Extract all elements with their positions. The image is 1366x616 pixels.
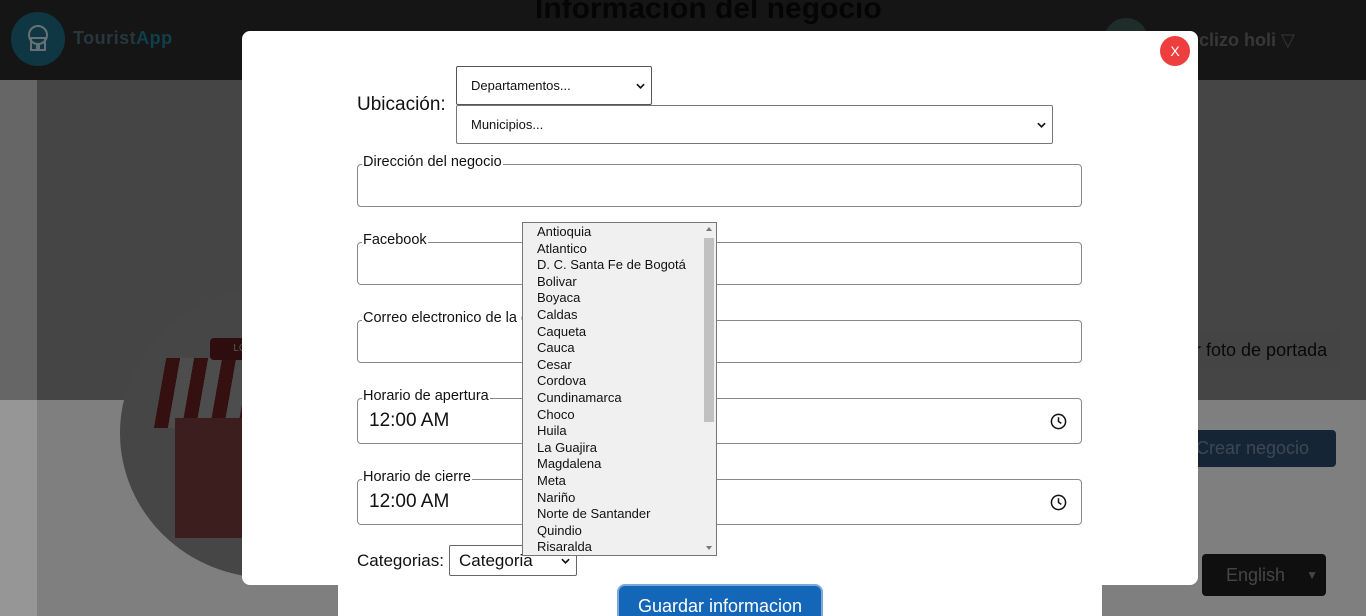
chevron-down-icon bbox=[561, 558, 570, 564]
dropdown-option[interactable]: Norte de Santander bbox=[537, 506, 650, 521]
clock-icon[interactable] bbox=[1050, 413, 1067, 430]
scroll-up-arrow-icon[interactable] bbox=[706, 227, 712, 231]
facebook-label: Facebook bbox=[362, 232, 428, 248]
municipalities-select-value: Municipios... bbox=[471, 117, 544, 132]
departments-select[interactable]: Departamentos... bbox=[456, 66, 652, 105]
scroll-down-arrow-icon[interactable] bbox=[706, 546, 712, 550]
dropdown-option[interactable]: Magdalena bbox=[537, 456, 601, 471]
chevron-down-icon bbox=[636, 83, 645, 89]
dropdown-option[interactable]: Cauca bbox=[537, 340, 575, 355]
dropdown-option[interactable]: La Guajira bbox=[537, 440, 597, 455]
dropdown-option[interactable]: Risaralda bbox=[537, 539, 592, 554]
address-field[interactable]: Dirección del negocio bbox=[357, 154, 1082, 207]
location-label: Ubicación: bbox=[357, 94, 446, 115]
scrollbar-thumb[interactable] bbox=[704, 238, 714, 422]
closing-time-label: Horario de cierre bbox=[362, 469, 472, 485]
save-button[interactable]: Guardar informacion bbox=[619, 586, 821, 616]
dropdown-option[interactable]: Atlantico bbox=[537, 241, 587, 256]
dropdown-option[interactable]: D. C. Santa Fe de Bogotá bbox=[537, 257, 686, 272]
clock-icon[interactable] bbox=[1050, 494, 1067, 511]
dropdown-option[interactable]: Cordova bbox=[537, 373, 586, 388]
scrollbar[interactable] bbox=[702, 223, 716, 555]
dropdown-option[interactable]: Huila bbox=[537, 423, 567, 438]
dropdown-option[interactable]: Caqueta bbox=[537, 324, 586, 339]
departments-select-value: Departamentos... bbox=[471, 78, 571, 93]
dropdown-option[interactable]: Nariño bbox=[537, 490, 575, 505]
chevron-down-icon bbox=[1037, 122, 1046, 128]
departments-dropdown-list[interactable]: Antioquia Atlantico D. C. Santa Fe de Bogo… bbox=[522, 222, 717, 556]
email-label: Correo electronico de la e bbox=[362, 310, 531, 326]
dropdown-option[interactable]: Quindio bbox=[537, 523, 582, 538]
dropdown-option[interactable]: Choco bbox=[537, 407, 575, 422]
close-button[interactable]: X bbox=[1160, 36, 1190, 66]
dropdown-option[interactable]: Bolivar bbox=[537, 274, 577, 289]
dropdown-option[interactable]: Cundinamarca bbox=[537, 390, 622, 405]
opening-time-label: Horario de apertura bbox=[362, 388, 490, 404]
dropdown-option[interactable]: Meta bbox=[537, 473, 566, 488]
opening-time-field[interactable]: Horario de apertura 12:00 AM bbox=[357, 388, 1082, 444]
closing-time-field[interactable]: Horario de cierre 12:00 AM bbox=[357, 469, 1082, 525]
facebook-field[interactable]: Facebook bbox=[357, 232, 1082, 285]
address-label: Dirección del negocio bbox=[362, 154, 503, 170]
email-field[interactable]: Correo electronico de la e bbox=[357, 310, 1082, 363]
municipalities-select[interactable]: Municipios... bbox=[456, 105, 1053, 144]
backdrop-edge bbox=[0, 80, 37, 616]
closing-time-value[interactable]: 12:00 AM bbox=[369, 491, 449, 513]
dropdown-option[interactable]: Caldas bbox=[537, 307, 577, 322]
dropdown-option[interactable]: Boyaca bbox=[537, 290, 580, 305]
dropdown-option[interactable]: Antioquia bbox=[537, 224, 591, 239]
opening-time-value[interactable]: 12:00 AM bbox=[369, 410, 449, 432]
category-label: Categorias: bbox=[357, 551, 444, 570]
dropdown-option[interactable]: Cesar bbox=[537, 357, 572, 372]
